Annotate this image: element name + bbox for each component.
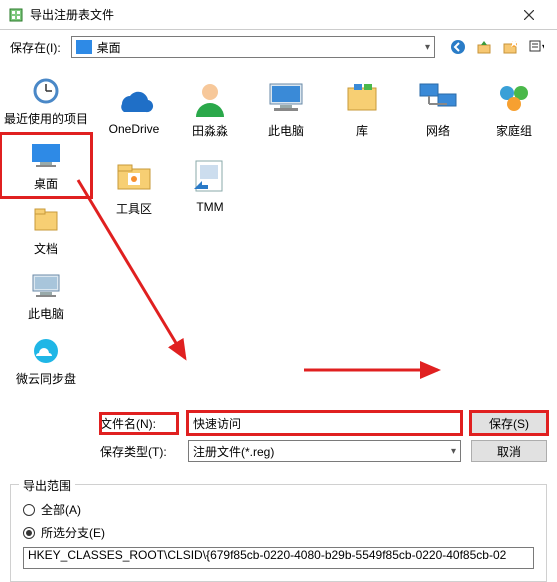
titlebar: 导出注册表文件 — [0, 0, 557, 30]
export-range-group: 导出范围 全部(A) 所选分支(E) HKEY_CLASSES_ROOT\CLS… — [10, 484, 547, 582]
cancel-button[interactable]: 取消 — [471, 440, 547, 462]
libraries-icon — [338, 76, 386, 120]
grid-item-label: 工具区 — [116, 200, 152, 217]
view-menu-button[interactable]: ▾ — [525, 36, 547, 58]
main-area: 最近使用的项目 桌面 文档 此电脑 微云同步盘 OneDrive 田淼淼 — [0, 64, 557, 410]
user-icon — [186, 76, 234, 120]
file-grid[interactable]: OneDrive 田淼淼 此电脑 库 网络 家庭组 工具区 TMM — [92, 64, 557, 410]
grid-item-user[interactable]: 田淼淼 — [172, 72, 248, 150]
sidebar-item-desktop[interactable]: 桌面 — [0, 133, 92, 198]
grid-item-label: TMM — [196, 200, 223, 214]
grid-item-onedrive[interactable]: OneDrive — [96, 72, 172, 150]
sidebar-item-thispc[interactable]: 此电脑 — [0, 263, 92, 328]
places-sidebar: 最近使用的项目 桌面 文档 此电脑 微云同步盘 — [0, 64, 92, 410]
shortcut-icon — [186, 154, 234, 198]
sidebar-item-recent[interactable]: 最近使用的项目 — [0, 68, 92, 133]
grid-item-homegroup[interactable]: 家庭组 — [476, 72, 552, 150]
folder-icon — [110, 154, 158, 198]
filename-input[interactable]: 快速访问 — [188, 412, 461, 434]
close-button[interactable] — [509, 1, 549, 29]
sidebar-item-label: 文档 — [34, 240, 58, 257]
sidebar-item-label: 此电脑 — [28, 305, 64, 322]
radio-icon — [23, 527, 35, 539]
grid-item-libraries[interactable]: 库 — [324, 72, 400, 150]
svg-text:★: ★ — [509, 39, 518, 50]
sidebar-item-label: 桌面 — [34, 175, 58, 192]
back-button[interactable] — [447, 36, 469, 58]
sidebar-item-label: 最近使用的项目 — [4, 110, 88, 127]
regedit-icon — [8, 7, 24, 23]
export-range-title: 导出范围 — [19, 477, 75, 494]
onedrive-icon — [110, 76, 158, 120]
homegroup-icon — [490, 76, 538, 120]
recent-icon — [26, 74, 66, 108]
location-dropdown[interactable]: 桌面 ▾ — [71, 36, 435, 58]
up-one-level-button[interactable] — [473, 36, 495, 58]
weiyun-icon — [26, 334, 66, 368]
save-in-label: 保存在(I): — [10, 39, 61, 56]
radio-branch-label: 所选分支(E) — [41, 524, 105, 541]
grid-item-label: 此电脑 — [268, 122, 304, 139]
filetype-value: 注册文件(*.reg) — [193, 443, 274, 460]
computer-icon — [262, 76, 310, 120]
grid-item-tools[interactable]: 工具区 — [96, 150, 172, 228]
radio-all[interactable]: 全部(A) — [23, 501, 534, 518]
window-title: 导出注册表文件 — [30, 6, 509, 23]
radio-icon — [23, 504, 35, 516]
location-toolbar: 保存在(I): 桌面 ▾ ★ ▾ — [0, 30, 557, 64]
radio-selected-branch[interactable]: 所选分支(E) — [23, 524, 534, 541]
filename-label: 文件名(N): — [100, 413, 178, 434]
grid-item-label: OneDrive — [109, 122, 160, 136]
toolbar-icons: ★ ▾ — [447, 36, 547, 58]
chevron-down-icon: ▾ — [425, 42, 430, 53]
filetype-label: 保存类型(T): — [100, 443, 178, 460]
network-icon — [414, 76, 462, 120]
sidebar-item-weiyun[interactable]: 微云同步盘 — [0, 328, 92, 393]
form-area: 文件名(N): 快速访问 保存(S) 保存类型(T): 注册文件(*.reg) … — [0, 410, 557, 478]
close-icon — [524, 10, 534, 20]
desktop-icon — [76, 40, 92, 54]
filename-value: 快速访问 — [193, 415, 241, 432]
sidebar-item-documents[interactable]: 文档 — [0, 198, 92, 263]
new-folder-button[interactable]: ★ — [499, 36, 521, 58]
filetype-dropdown[interactable]: 注册文件(*.reg) — [188, 440, 461, 462]
grid-item-label: 网络 — [426, 122, 450, 139]
grid-item-label: 库 — [356, 122, 368, 139]
grid-item-tmm[interactable]: TMM — [172, 150, 248, 228]
branch-path-input[interactable]: HKEY_CLASSES_ROOT\CLSID\{679f85cb-0220-4… — [23, 547, 534, 569]
documents-icon — [26, 204, 66, 238]
radio-all-label: 全部(A) — [41, 501, 81, 518]
branch-path-value: HKEY_CLASSES_ROOT\CLSID\{679f85cb-0220-4… — [28, 548, 506, 562]
save-button[interactable]: 保存(S) — [471, 412, 547, 434]
computer-icon — [26, 269, 66, 303]
grid-item-network[interactable]: 网络 — [400, 72, 476, 150]
svg-text:▾: ▾ — [542, 40, 544, 54]
location-value: 桌面 — [97, 39, 121, 56]
grid-item-label: 田淼淼 — [192, 122, 228, 139]
sidebar-item-label: 微云同步盘 — [16, 370, 76, 387]
desktop-icon — [26, 139, 66, 173]
grid-item-thispc[interactable]: 此电脑 — [248, 72, 324, 150]
grid-item-label: 家庭组 — [496, 122, 532, 139]
